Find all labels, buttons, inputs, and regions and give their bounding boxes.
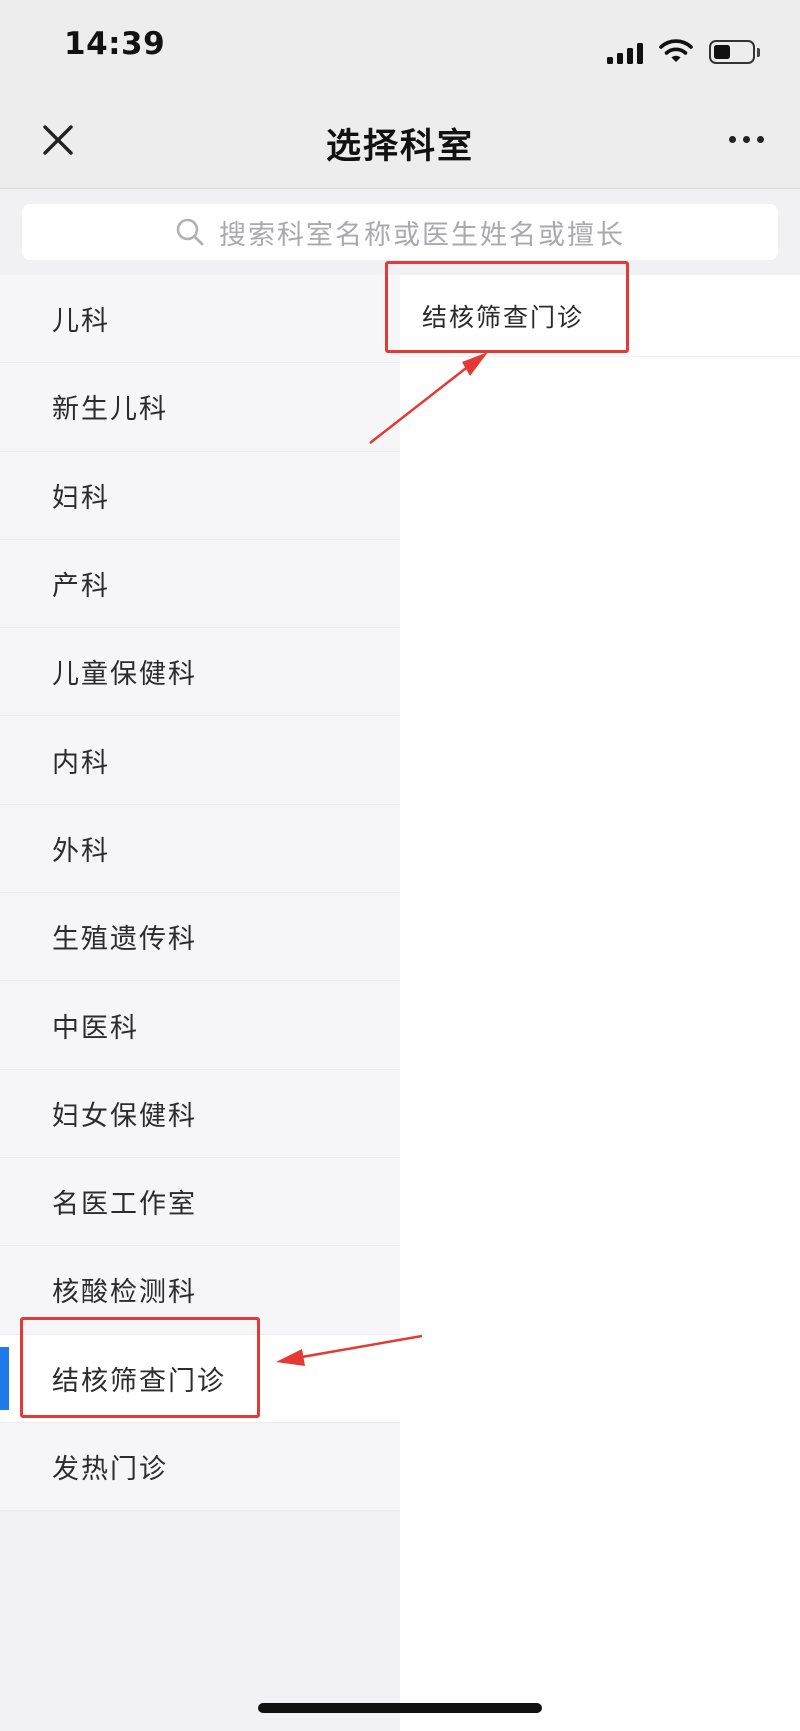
department-label: 妇科: [52, 482, 110, 514]
home-indicator: [258, 1703, 542, 1713]
department-item[interactable]: 生殖遗传科: [0, 893, 400, 982]
department-item[interactable]: 妇科: [0, 451, 400, 540]
department-item[interactable]: 外科: [0, 804, 400, 894]
department-label: 核酸检测科: [52, 1277, 197, 1309]
battery-icon: [709, 40, 760, 64]
department-label: 结核筛查门诊: [52, 1365, 226, 1397]
nav-bar: 选择科室: [0, 96, 800, 188]
department-label: 发热门诊: [52, 1454, 168, 1485]
status-bar: 14:39: [0, 0, 800, 96]
department-label: 外科: [52, 835, 110, 867]
department-item[interactable]: 儿童保健科: [0, 628, 400, 717]
department-item[interactable]: 发热门诊: [0, 1422, 400, 1512]
department-label: 名医工作室: [52, 1189, 197, 1221]
department-item[interactable]: 内科: [0, 716, 400, 805]
department-item[interactable]: 儿科: [0, 275, 400, 364]
search-placeholder: 搜索科室名称或医生姓名或擅长: [219, 219, 625, 251]
more-button[interactable]: [729, 136, 764, 143]
list-bottom-space: [0, 1512, 400, 1731]
status-icons: [607, 36, 760, 64]
department-label: 儿童保健科: [52, 659, 197, 691]
sub-department-item[interactable]: 结核筛查门诊: [400, 275, 800, 357]
department-label: 妇女保健科: [52, 1100, 197, 1132]
department-item[interactable]: 中医科: [0, 981, 400, 1070]
department-label: 内科: [52, 747, 110, 779]
search-input[interactable]: 搜索科室名称或医生姓名或擅长: [22, 204, 778, 260]
department-label: 产科: [52, 571, 110, 603]
department-label: 中医科: [52, 1012, 139, 1044]
more-icon: [729, 136, 736, 143]
department-label: 新生儿科: [52, 394, 168, 426]
department-item[interactable]: 产科: [0, 539, 400, 629]
department-item[interactable]: 妇女保健科: [0, 1069, 400, 1158]
signal-icon: [607, 42, 643, 64]
search-area: 搜索科室名称或医生姓名或擅长: [0, 189, 800, 275]
search-icon: [175, 217, 205, 247]
department-label: 儿科: [52, 306, 110, 338]
status-time: 14:39: [64, 26, 166, 62]
department-item[interactable]: 新生儿科: [0, 363, 400, 452]
page-title: 选择科室: [325, 127, 474, 167]
sub-department-panel: 结核筛查门诊: [400, 275, 800, 1731]
department-item[interactable]: 核酸检测科: [0, 1246, 400, 1335]
department-list: 儿科 新生儿科 妇科 产科 儿童保健科 内科 外科 生殖遗传科 中医科 妇女保健…: [0, 275, 400, 1512]
department-label: 生殖遗传科: [52, 924, 197, 956]
department-item-selected[interactable]: 结核筛查门诊: [0, 1334, 400, 1423]
sub-department-label: 结核筛查门诊: [422, 302, 585, 332]
department-item[interactable]: 名医工作室: [0, 1157, 400, 1247]
wifi-icon: [659, 38, 693, 64]
